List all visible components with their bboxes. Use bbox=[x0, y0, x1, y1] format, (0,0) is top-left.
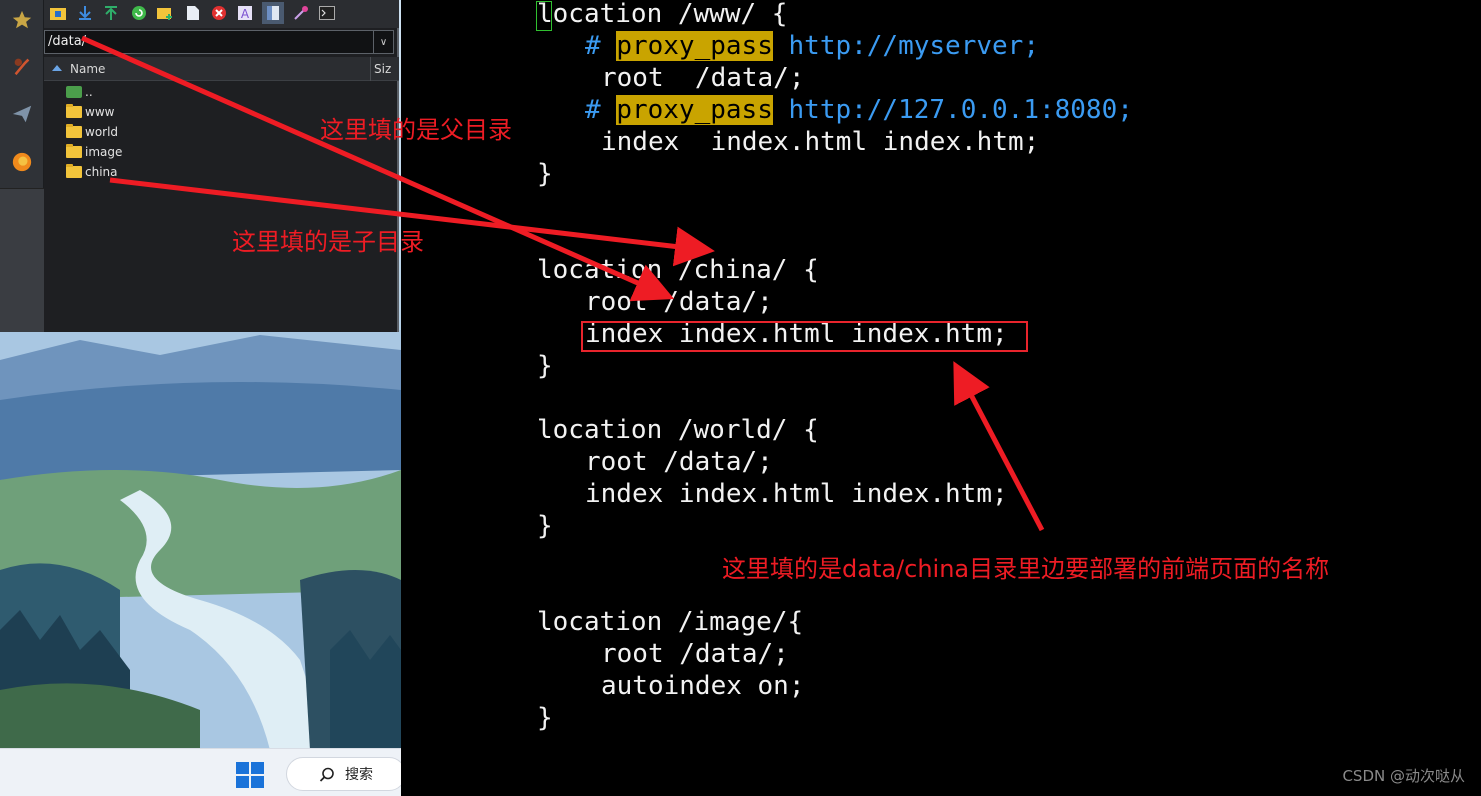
view-icon[interactable] bbox=[262, 2, 284, 24]
refresh-icon[interactable] bbox=[130, 4, 148, 22]
code-line: autoindex on; bbox=[601, 671, 805, 701]
code-line: } bbox=[537, 511, 553, 541]
folder-icon bbox=[66, 104, 82, 118]
parent-dir-icon bbox=[66, 86, 82, 98]
sidebar bbox=[0, 0, 44, 332]
rename-icon[interactable]: A bbox=[236, 4, 254, 22]
download-icon[interactable] bbox=[76, 4, 94, 22]
send-icon[interactable] bbox=[6, 98, 38, 130]
sort-ascending-icon bbox=[52, 65, 62, 71]
code-line: } bbox=[537, 159, 553, 189]
file-manager: A /data/ ∨ Name Siz .. www world image c… bbox=[44, 0, 399, 332]
taskbar-search-box[interactable]: 搜索 bbox=[286, 757, 401, 791]
code-line: location /world/ { bbox=[537, 415, 819, 445]
comment-hash: # bbox=[585, 95, 601, 125]
list-item-label: .. bbox=[85, 85, 93, 99]
search-icon bbox=[319, 767, 334, 782]
list-item-parent[interactable]: .. bbox=[66, 83, 93, 101]
list-item-label: www bbox=[85, 105, 115, 119]
tool-icon[interactable] bbox=[6, 50, 38, 82]
sidebar-bottom-panel bbox=[0, 188, 44, 332]
list-item-image[interactable]: image bbox=[66, 143, 122, 161]
annotation-page-name: 这里填的是data/china目录里边要部署的前端页面的名称 bbox=[722, 555, 1330, 583]
keyword-highlight: proxy_pass bbox=[616, 95, 773, 125]
star-icon[interactable] bbox=[6, 4, 38, 36]
column-size-header[interactable]: Siz bbox=[374, 57, 391, 81]
folder-icon bbox=[66, 144, 82, 158]
upload-icon[interactable] bbox=[102, 4, 120, 22]
code-line: index index.html index.htm; bbox=[585, 479, 1008, 509]
code-line: location /www/ { bbox=[537, 0, 788, 29]
folder-icon bbox=[66, 124, 82, 138]
code-line: root /data/; bbox=[585, 447, 773, 477]
list-item-label: world bbox=[85, 125, 119, 139]
column-name-header[interactable]: Name bbox=[44, 57, 371, 81]
folder-icon bbox=[66, 164, 82, 178]
new-file-icon[interactable] bbox=[184, 4, 202, 22]
terminal-window[interactable]: location /www/ { # proxy_pass http://mys… bbox=[401, 0, 1481, 796]
list-item-label: china bbox=[85, 165, 118, 179]
add-folder-icon[interactable] bbox=[156, 4, 174, 22]
windows-start-button[interactable] bbox=[236, 762, 266, 788]
code-line: # proxy_pass http://myserver; bbox=[585, 30, 1039, 62]
watermark: CSDN @动次哒从 bbox=[1342, 767, 1465, 785]
delete-icon[interactable] bbox=[210, 4, 228, 22]
code-line: location /image/{ bbox=[537, 607, 804, 637]
list-item-label: image bbox=[85, 145, 123, 159]
code-line: location /china/ { bbox=[537, 255, 819, 285]
path-field[interactable]: /data/ ∨ bbox=[44, 30, 394, 54]
annotation-child-dir: 这里填的是子目录 bbox=[232, 228, 424, 256]
code-line: # proxy_pass http://127.0.0.1:8080; bbox=[585, 94, 1133, 126]
comment-hash: # bbox=[585, 31, 601, 61]
new-folder-icon[interactable] bbox=[49, 4, 67, 22]
chevron-down-icon[interactable]: ∨ bbox=[373, 31, 393, 53]
keyword-highlight: proxy_pass bbox=[616, 31, 773, 61]
list-item-www[interactable]: www bbox=[66, 103, 114, 121]
code-line: } bbox=[537, 703, 553, 733]
code-line: root /data/; bbox=[601, 639, 789, 669]
taskbar: 搜索 bbox=[0, 748, 401, 796]
column-name-label: Name bbox=[70, 62, 106, 76]
code-line: root /data/; bbox=[585, 287, 773, 317]
code-line: } bbox=[537, 351, 553, 381]
svg-text:A: A bbox=[241, 7, 250, 21]
path-text[interactable]: /data/ bbox=[48, 34, 86, 49]
terminal-icon[interactable] bbox=[318, 4, 336, 22]
comment-url: http://myserver; bbox=[788, 31, 1039, 61]
landscape-wallpaper bbox=[0, 330, 401, 750]
code-line: index index.html index.htm; bbox=[601, 127, 1040, 157]
file-list-header: Name Siz bbox=[44, 57, 399, 81]
file-manager-toolbar: A bbox=[44, 0, 399, 28]
list-item-china[interactable]: china bbox=[66, 163, 118, 181]
comment-url: http://127.0.0.1:8080; bbox=[788, 95, 1133, 125]
highlight-box bbox=[581, 321, 1028, 352]
annotation-parent-dir: 这里填的是父目录 bbox=[320, 116, 512, 144]
list-item-world[interactable]: world bbox=[66, 123, 118, 141]
code-line: root /data/; bbox=[601, 63, 805, 93]
firefox-icon[interactable] bbox=[6, 146, 38, 178]
magic-wand-icon[interactable] bbox=[292, 4, 310, 22]
column-size-label: Siz bbox=[374, 62, 392, 76]
